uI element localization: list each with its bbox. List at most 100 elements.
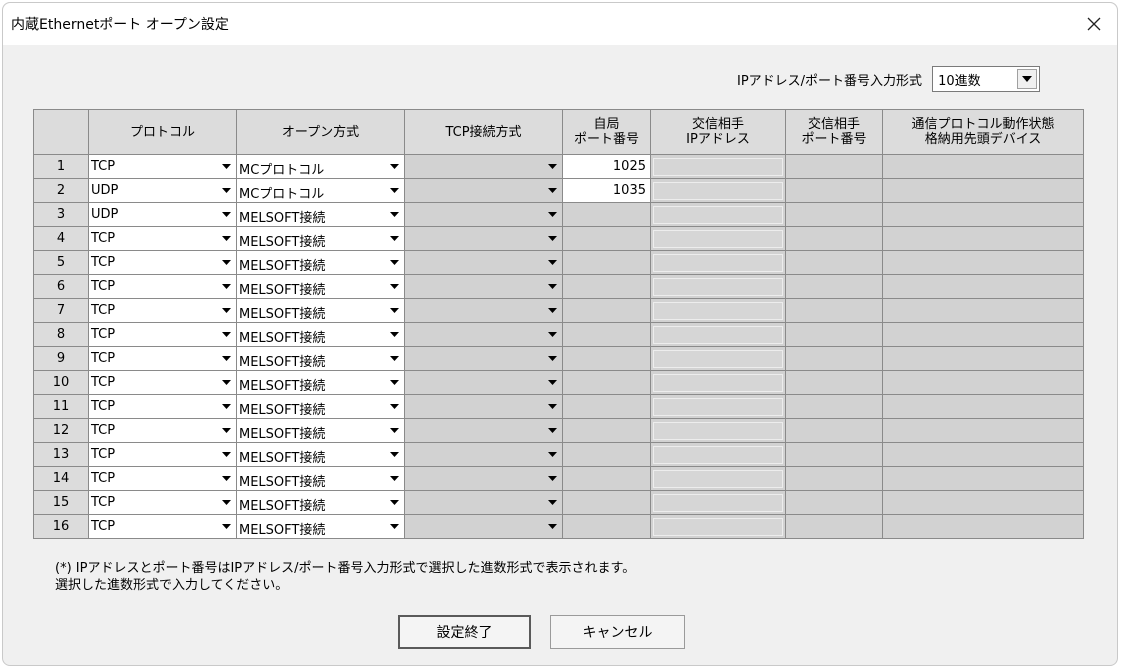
protocol-dropdown-button[interactable] bbox=[216, 491, 236, 514]
protocol-dropdown-button[interactable] bbox=[216, 179, 236, 202]
protocol-dropdown-button[interactable] bbox=[216, 203, 236, 226]
open-method-dropdown-button[interactable] bbox=[384, 179, 404, 202]
open-method-dropdown-button[interactable] bbox=[384, 227, 404, 250]
tcp-method-dropdown-button[interactable] bbox=[542, 515, 562, 538]
tcp-method-dropdown-button[interactable] bbox=[542, 467, 562, 490]
protocol-dropdown-button[interactable] bbox=[216, 299, 236, 322]
protocol-select[interactable]: TCP bbox=[88, 394, 237, 419]
tcp-method-dropdown-button[interactable] bbox=[542, 179, 562, 202]
tcp-method-dropdown-button[interactable] bbox=[542, 203, 562, 226]
protocol-select[interactable]: TCP bbox=[88, 370, 237, 395]
open-method-dropdown-button[interactable] bbox=[384, 347, 404, 370]
open-method-select[interactable]: MCプロトコル bbox=[236, 178, 405, 203]
tcp-method-select[interactable] bbox=[404, 370, 563, 395]
open-method-dropdown-button[interactable] bbox=[384, 251, 404, 274]
tcp-method-dropdown-button[interactable] bbox=[542, 227, 562, 250]
open-method-dropdown-button[interactable] bbox=[384, 203, 404, 226]
open-method-select[interactable]: MELSOFT接続 bbox=[236, 418, 405, 443]
tcp-method-dropdown-button[interactable] bbox=[542, 155, 562, 178]
protocol-select[interactable]: TCP bbox=[88, 298, 237, 323]
protocol-dropdown-button[interactable] bbox=[216, 515, 236, 538]
local-port-field[interactable]: 1025 bbox=[562, 154, 651, 179]
open-method-select[interactable]: MELSOFT接続 bbox=[236, 274, 405, 299]
protocol-select[interactable]: TCP bbox=[88, 418, 237, 443]
protocol-dropdown-button[interactable] bbox=[216, 371, 236, 394]
tcp-method-dropdown-button[interactable] bbox=[542, 491, 562, 514]
tcp-method-dropdown-button[interactable] bbox=[542, 395, 562, 418]
protocol-dropdown-button[interactable] bbox=[216, 323, 236, 346]
protocol-dropdown-button[interactable] bbox=[216, 419, 236, 442]
open-method-select[interactable]: MELSOFT接続 bbox=[236, 490, 405, 515]
protocol-dropdown-button[interactable] bbox=[216, 251, 236, 274]
tcp-method-dropdown-button[interactable] bbox=[542, 443, 562, 466]
open-method-select[interactable]: MELSOFT接続 bbox=[236, 442, 405, 467]
tcp-method-select[interactable] bbox=[404, 322, 563, 347]
finish-settings-button[interactable]: 設定終了 bbox=[398, 615, 531, 649]
cancel-button[interactable]: キャンセル bbox=[550, 615, 685, 649]
protocol-select[interactable]: TCP bbox=[88, 322, 237, 347]
protocol-dropdown-button[interactable] bbox=[216, 275, 236, 298]
open-method-select[interactable]: MELSOFT接続 bbox=[236, 394, 405, 419]
open-method-select[interactable]: MELSOFT接続 bbox=[236, 346, 405, 371]
tcp-method-dropdown-button[interactable] bbox=[542, 251, 562, 274]
tcp-method-select[interactable] bbox=[404, 298, 563, 323]
tcp-method-select[interactable] bbox=[404, 226, 563, 251]
protocol-dropdown-button[interactable] bbox=[216, 155, 236, 178]
tcp-method-select[interactable] bbox=[404, 250, 563, 275]
protocol-select[interactable]: TCP bbox=[88, 490, 237, 515]
protocol-dropdown-button[interactable] bbox=[216, 443, 236, 466]
protocol-select[interactable]: UDP bbox=[88, 202, 237, 227]
tcp-method-select[interactable] bbox=[404, 346, 563, 371]
tcp-method-select[interactable] bbox=[404, 418, 563, 443]
open-method-select[interactable]: MELSOFT接続 bbox=[236, 370, 405, 395]
open-method-dropdown-button[interactable] bbox=[384, 395, 404, 418]
open-method-dropdown-button[interactable] bbox=[384, 323, 404, 346]
tcp-method-dropdown-button[interactable] bbox=[542, 419, 562, 442]
protocol-select[interactable]: TCP bbox=[88, 346, 237, 371]
protocol-dropdown-button[interactable] bbox=[216, 227, 236, 250]
close-button[interactable] bbox=[1077, 9, 1111, 39]
protocol-select[interactable]: TCP bbox=[88, 250, 237, 275]
input-format-select[interactable]: 10進数 bbox=[932, 66, 1041, 92]
open-method-dropdown-button[interactable] bbox=[384, 155, 404, 178]
open-method-dropdown-button[interactable] bbox=[384, 299, 404, 322]
tcp-method-select[interactable] bbox=[404, 274, 563, 299]
open-method-dropdown-button[interactable] bbox=[384, 491, 404, 514]
open-method-dropdown-button[interactable] bbox=[384, 467, 404, 490]
open-method-select[interactable]: MELSOFT接続 bbox=[236, 250, 405, 275]
tcp-method-dropdown-button[interactable] bbox=[542, 347, 562, 370]
tcp-method-dropdown-button[interactable] bbox=[542, 371, 562, 394]
open-method-select[interactable]: MELSOFT接続 bbox=[236, 202, 405, 227]
tcp-method-dropdown-button[interactable] bbox=[542, 299, 562, 322]
open-method-select[interactable]: MELSOFT接続 bbox=[236, 298, 405, 323]
tcp-method-select[interactable] bbox=[404, 466, 563, 491]
protocol-select[interactable]: TCP bbox=[88, 514, 237, 539]
protocol-dropdown-button[interactable] bbox=[216, 395, 236, 418]
tcp-method-select[interactable] bbox=[404, 490, 563, 515]
protocol-select[interactable]: UDP bbox=[88, 178, 237, 203]
protocol-select[interactable]: TCP bbox=[88, 226, 237, 251]
protocol-select[interactable]: TCP bbox=[88, 154, 237, 179]
tcp-method-select[interactable] bbox=[404, 202, 563, 227]
protocol-select[interactable]: TCP bbox=[88, 466, 237, 491]
tcp-method-select[interactable] bbox=[404, 394, 563, 419]
open-method-select[interactable]: MELSOFT接続 bbox=[236, 322, 405, 347]
tcp-method-select[interactable] bbox=[404, 514, 563, 539]
tcp-method-select[interactable] bbox=[404, 154, 563, 179]
open-method-select[interactable]: MCプロトコル bbox=[236, 154, 405, 179]
tcp-method-select[interactable] bbox=[404, 442, 563, 467]
tcp-method-select[interactable] bbox=[404, 178, 563, 203]
protocol-dropdown-button[interactable] bbox=[216, 467, 236, 490]
open-method-dropdown-button[interactable] bbox=[384, 515, 404, 538]
open-method-select[interactable]: MELSOFT接続 bbox=[236, 466, 405, 491]
protocol-select[interactable]: TCP bbox=[88, 442, 237, 467]
open-method-dropdown-button[interactable] bbox=[384, 419, 404, 442]
open-method-dropdown-button[interactable] bbox=[384, 371, 404, 394]
tcp-method-dropdown-button[interactable] bbox=[542, 275, 562, 298]
open-method-dropdown-button[interactable] bbox=[384, 443, 404, 466]
local-port-field[interactable]: 1035 bbox=[562, 178, 651, 203]
protocol-select[interactable]: TCP bbox=[88, 274, 237, 299]
input-format-dropdown-button[interactable] bbox=[1017, 69, 1038, 89]
open-method-dropdown-button[interactable] bbox=[384, 275, 404, 298]
protocol-dropdown-button[interactable] bbox=[216, 347, 236, 370]
